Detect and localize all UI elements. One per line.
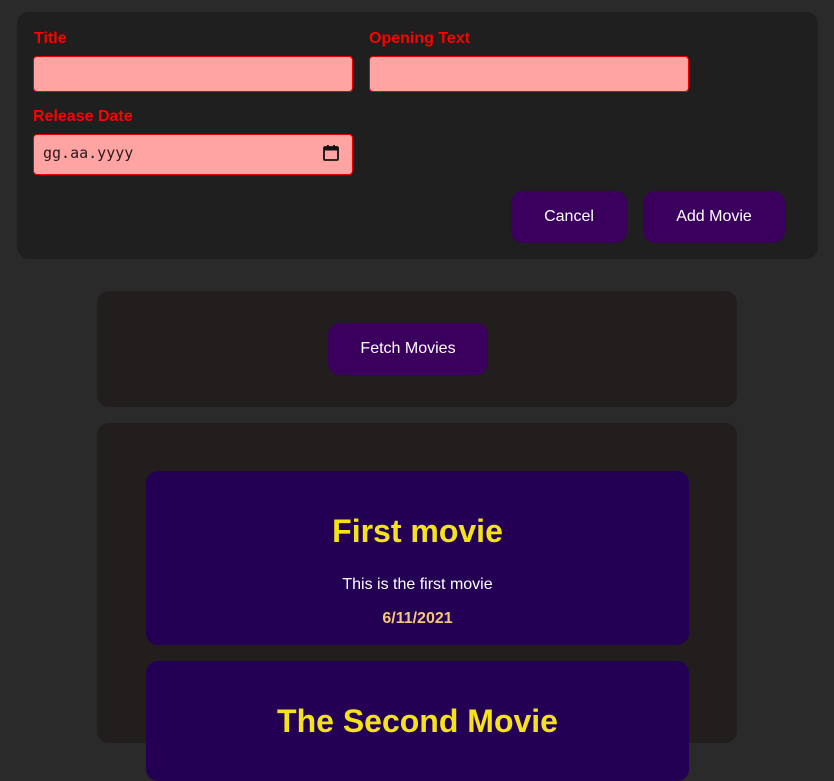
fetch-section: Fetch Movies [97, 291, 737, 407]
movie-release-date: 6/11/2021 [382, 610, 453, 627]
opening-text-label: Opening Text [369, 30, 471, 47]
movie-item: The Second Movie [146, 661, 689, 781]
movie-title: First movie [332, 513, 503, 549]
add-movie-button[interactable]: Add Movie [643, 191, 785, 243]
release-date-placeholder: gg.aa.yyyy [43, 144, 134, 162]
calendar-icon[interactable] [322, 144, 340, 162]
fetch-movies-button[interactable]: Fetch Movies [328, 323, 488, 375]
title-label: Title [34, 30, 67, 47]
release-date-input[interactable]: gg.aa.yyyy [33, 134, 353, 175]
release-date-label: Release Date [33, 108, 133, 125]
title-input[interactable] [33, 56, 353, 92]
cancel-button[interactable]: Cancel [511, 191, 627, 243]
opening-text-input[interactable] [369, 56, 689, 92]
movie-opening-text: This is the first movie [342, 576, 493, 593]
add-movie-form: Title Opening Text Release Date gg.aa.yy… [17, 12, 818, 259]
movie-list: First movie This is the first movie 6/11… [97, 423, 737, 781]
movie-item: First movie This is the first movie 6/11… [146, 471, 689, 645]
